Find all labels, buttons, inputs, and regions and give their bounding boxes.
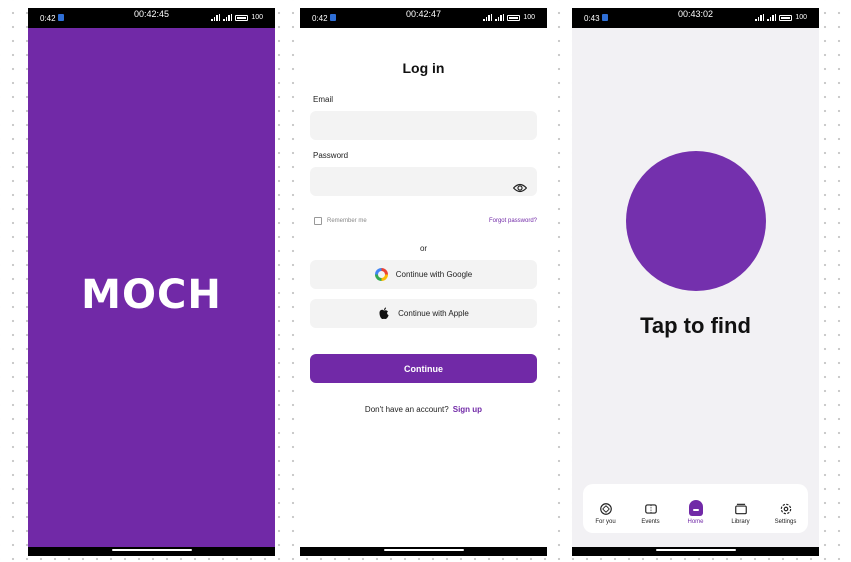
email-label: Email (313, 95, 334, 104)
tap-to-find-label: Tap to find (640, 313, 751, 338)
home-screen: 0:43 00:43:02 100 Tap to find For you Ev… (572, 8, 819, 556)
tab-label: Events (641, 519, 660, 525)
page-title: Log in (402, 60, 445, 76)
tab-home[interactable]: Home (676, 500, 716, 525)
status-bar: 0:42 00:42:47 100 (300, 8, 547, 28)
signup-link[interactable]: Sign up (453, 405, 482, 414)
notification-icon (602, 14, 608, 21)
home-gesture-handle[interactable] (655, 549, 736, 551)
status-clock: 00:42:47 (405, 9, 442, 19)
battery-icon (779, 14, 793, 21)
home-content: Tap to find For you Events Home Library … (572, 28, 819, 547)
google-button-label: Continue with Google (395, 270, 473, 279)
library-icon (734, 503, 747, 515)
battery-level: 100 (251, 14, 263, 21)
battery-icon (235, 14, 249, 21)
apple-button[interactable]: Continue with Apple (310, 299, 537, 328)
apple-button-label: Continue with Apple (398, 309, 469, 318)
forgot-password-link[interactable]: Forgot password? (489, 218, 537, 224)
remember-me[interactable]: Remember me (314, 217, 367, 225)
notification-icon (58, 14, 64, 21)
status-indicators: 100 (755, 14, 807, 21)
login-content: Log in Email Password Remember me Forgot… (300, 28, 547, 547)
app-logo: MOCH (81, 272, 222, 318)
status-clock: 00:43:02 (677, 9, 714, 19)
status-indicators: 100 (483, 14, 535, 21)
battery-icon (507, 14, 521, 21)
splash-screen: 0:42 00:42:45 100 MOCH (28, 8, 275, 556)
system-nav-bar (572, 547, 819, 556)
home-gesture-handle[interactable] (111, 549, 192, 551)
status-time: 0:43 (584, 14, 600, 23)
email-field[interactable] (310, 111, 537, 140)
google-button[interactable]: Continue with Google (310, 260, 537, 289)
tab-label: For you (595, 519, 616, 525)
tab-for-you[interactable]: For you (586, 502, 626, 525)
status-indicators: 100 (211, 14, 263, 21)
splash-background: MOCH (28, 28, 275, 547)
signal-icon (223, 14, 233, 21)
tab-events[interactable]: Events (631, 502, 671, 525)
apple-icon (379, 307, 389, 320)
tab-settings[interactable]: Settings (766, 502, 806, 525)
battery-level: 100 (523, 14, 535, 21)
remember-label: Remember me (327, 218, 367, 224)
signal-icon (767, 14, 777, 21)
system-nav-bar (28, 547, 275, 556)
bottom-tab-bar: For you Events Home Library Settings (583, 484, 808, 533)
signup-prompt: Don't have an account? Sign up (300, 405, 547, 414)
password-field[interactable] (310, 167, 537, 196)
notification-icon (330, 14, 336, 21)
home-icon (688, 500, 703, 516)
status-time: 0:42 (312, 14, 328, 23)
signal-icon (211, 14, 221, 21)
no-account-text: Don't have an account? (364, 405, 449, 414)
continue-button[interactable]: Continue (310, 354, 537, 383)
dice-icon (599, 503, 612, 515)
signal-icon (483, 14, 493, 21)
login-screen: 0:42 00:42:47 100 Log in Email Password … (300, 8, 547, 556)
tab-label: Library (731, 519, 750, 525)
status-time: 0:42 (40, 14, 56, 23)
signal-icon (755, 14, 765, 21)
status-bar: 0:43 00:43:02 100 (572, 8, 819, 28)
google-icon (374, 268, 388, 281)
battery-level: 100 (795, 14, 807, 21)
eye-icon[interactable] (513, 183, 527, 193)
find-button[interactable] (626, 151, 766, 291)
tab-label: Home (687, 519, 704, 525)
system-nav-bar (300, 547, 547, 556)
tab-label: Settings (774, 519, 797, 525)
ticket-icon (644, 504, 657, 514)
home-gesture-handle[interactable] (383, 549, 464, 551)
status-bar: 0:42 00:42:45 100 (28, 8, 275, 28)
signal-icon (495, 14, 505, 21)
password-label: Password (313, 151, 349, 160)
tab-library[interactable]: Library (721, 502, 761, 525)
or-divider: or (419, 244, 428, 253)
remember-checkbox[interactable] (314, 217, 322, 225)
status-clock: 00:42:45 (133, 9, 170, 19)
gear-icon (780, 503, 791, 515)
